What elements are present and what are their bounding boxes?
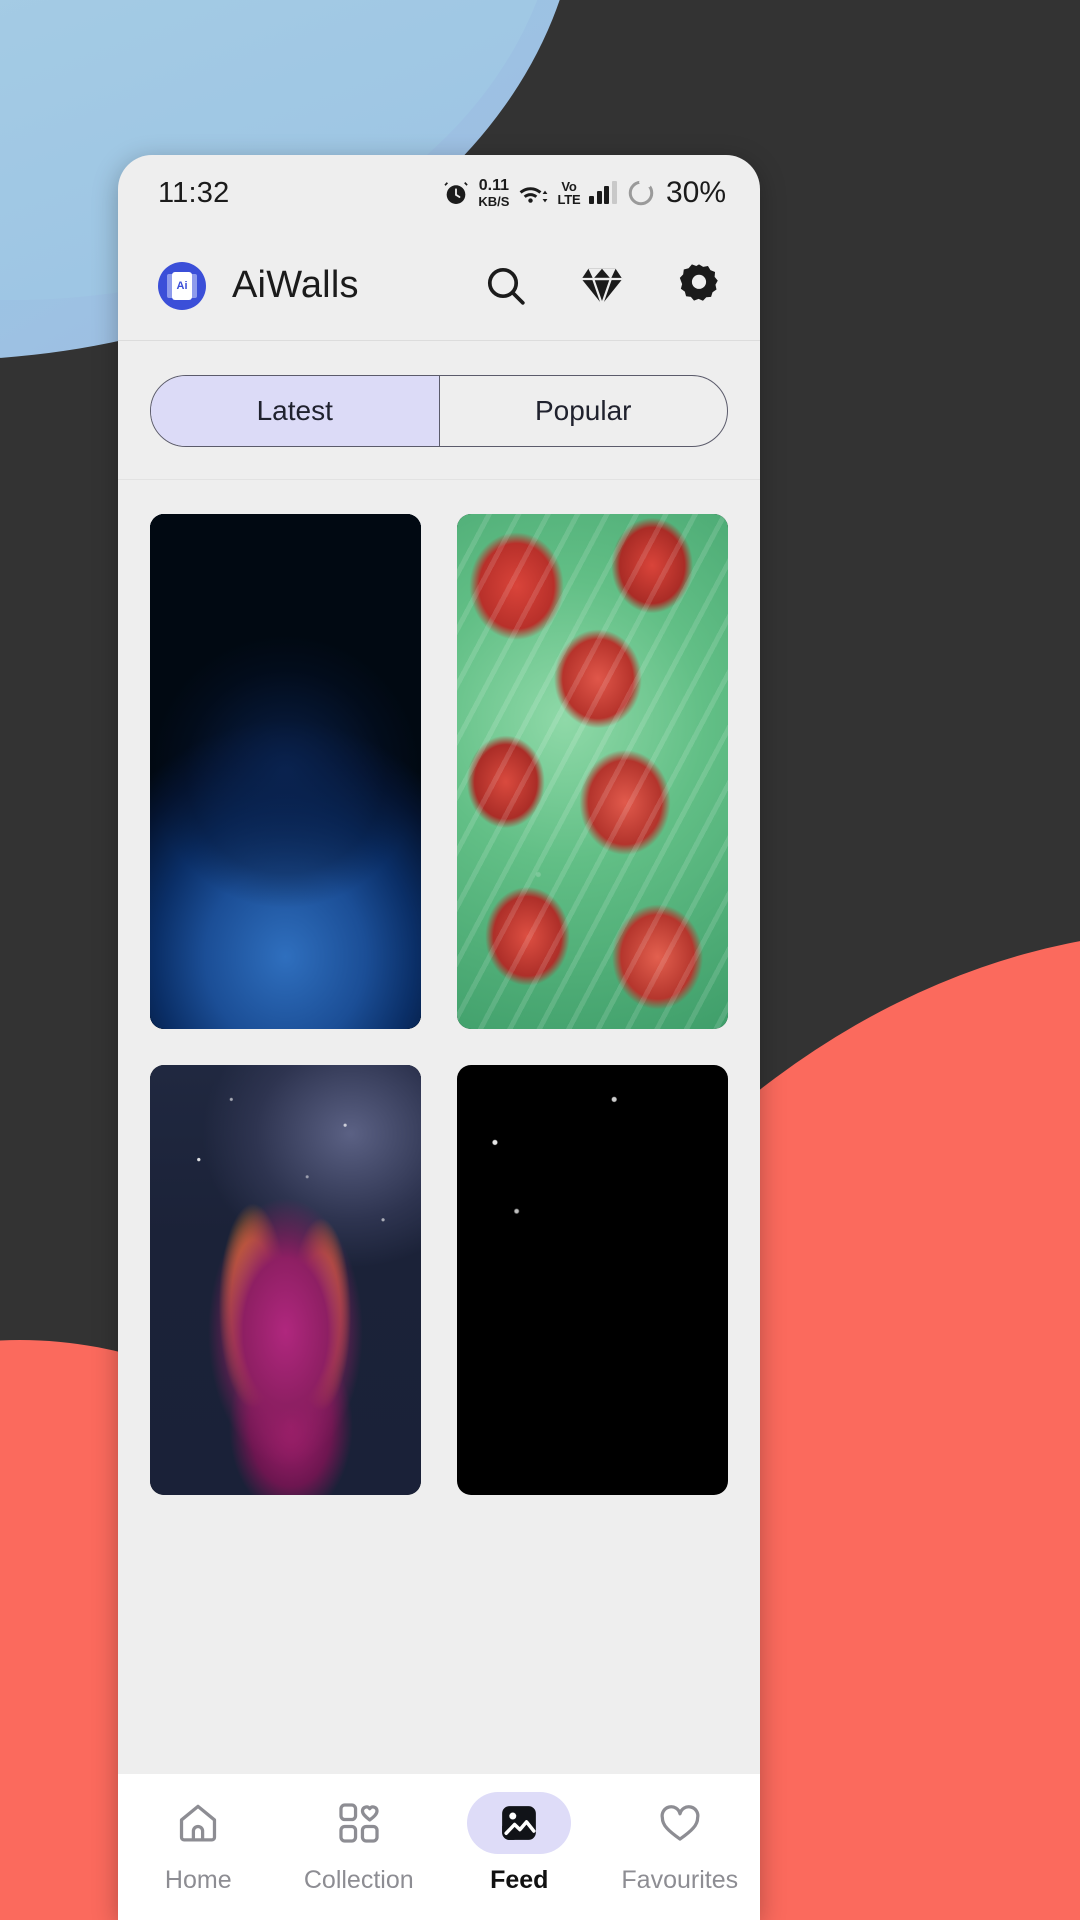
nav-item-feed[interactable]: Feed xyxy=(439,1792,600,1895)
wallpaper-thumbnail xyxy=(457,1065,728,1495)
nav-label-feed: Feed xyxy=(490,1866,549,1894)
logo-inner-text: Ai xyxy=(172,271,192,300)
wallpaper-thumbnail xyxy=(150,1065,421,1495)
status-clock: 11:32 xyxy=(158,176,230,209)
wallpaper-pink-roses[interactable] xyxy=(457,1065,728,1495)
status-icons: 0.11 KB/S Vo LTE 30% xyxy=(443,176,726,210)
wallpaper-grid xyxy=(118,480,760,1495)
nav-item-collection[interactable]: Collection xyxy=(279,1792,440,1895)
wifi-icon xyxy=(518,181,548,205)
tab-filter-bar: Latest Popular xyxy=(118,341,760,480)
feed-image-icon xyxy=(502,1806,537,1840)
nav-pill xyxy=(628,1792,732,1854)
nav-pill xyxy=(146,1792,250,1854)
volte-indicator: Vo LTE xyxy=(557,180,580,206)
gear-icon[interactable] xyxy=(674,261,724,311)
battery-circle-icon xyxy=(626,178,656,208)
app-header: Ai AiWalls xyxy=(118,231,760,341)
phone-app-window: 11:32 0.11 KB/S Vo LTE 30% Ai AiWalls La… xyxy=(118,155,760,1920)
network-speed-unit: KB/S xyxy=(478,194,510,209)
wallpaper-watermelon[interactable] xyxy=(457,514,728,1029)
wallpaper-tulip-galaxy[interactable] xyxy=(150,1065,421,1495)
tab-popular[interactable]: Popular xyxy=(438,376,728,446)
diamond-icon[interactable] xyxy=(578,262,626,310)
volte-bottom-label: LTE xyxy=(557,192,581,207)
wallpaper-blue-orb[interactable] xyxy=(150,514,421,1029)
tab-latest[interactable]: Latest xyxy=(151,376,439,446)
network-speed-value: 0.11 xyxy=(478,177,510,194)
heart-icon xyxy=(660,1805,700,1841)
nav-label-home: Home xyxy=(164,1866,232,1894)
aiwalls-logo-icon: Ai xyxy=(158,261,206,310)
nav-label-collection: Collection xyxy=(303,1866,414,1894)
bottom-navigation-bar: Home Collection Feed Favourites xyxy=(118,1774,760,1920)
nav-pill-active xyxy=(467,1792,572,1854)
collection-grid-heart-icon xyxy=(339,1803,379,1843)
header-actions xyxy=(482,261,724,311)
wallpaper-thumbnail xyxy=(150,514,421,1029)
network-speed-indicator: 0.11 KB/S xyxy=(478,177,510,209)
home-icon xyxy=(180,1804,217,1842)
nav-pill xyxy=(307,1792,411,1854)
segmented-control: Latest Popular xyxy=(150,375,728,447)
wallpaper-thumbnail xyxy=(457,514,728,1029)
nav-item-favourites[interactable]: Favourites xyxy=(600,1792,761,1895)
page-title: AiWalls xyxy=(232,264,359,306)
status-bar: 11:32 0.11 KB/S Vo LTE 30% xyxy=(118,155,760,231)
cellular-signal-icon xyxy=(589,181,617,204)
alarm-clock-icon xyxy=(443,180,469,206)
battery-percent-label: 30% xyxy=(665,176,726,209)
nav-item-home[interactable]: Home xyxy=(118,1792,279,1895)
search-icon[interactable] xyxy=(482,262,530,310)
nav-label-favourites: Favourites xyxy=(621,1866,739,1894)
